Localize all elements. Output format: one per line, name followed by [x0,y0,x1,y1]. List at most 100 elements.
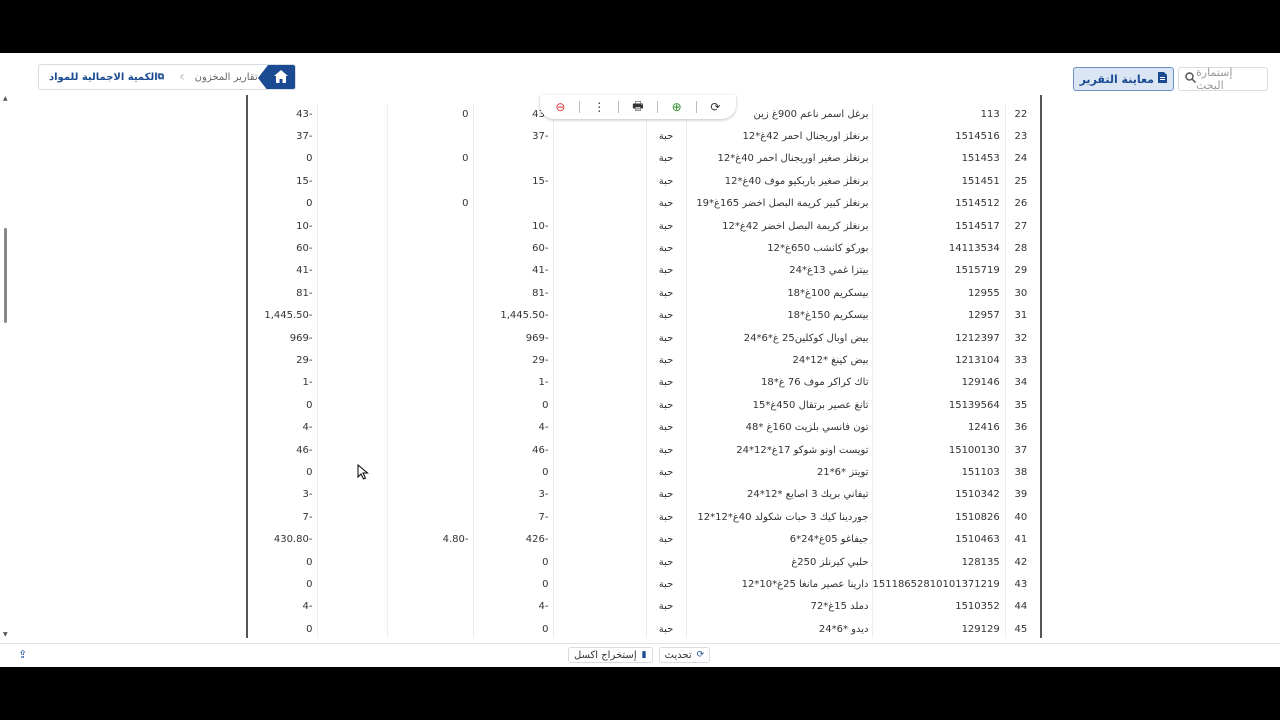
cell-unit: حبة [646,595,687,618]
cell-item-code: 15139564 [872,394,1006,417]
cell-col-b [387,506,474,529]
cell-col-b: 0 [387,192,474,215]
cell-row-number: 45 [1014,623,1028,635]
breadcrumb-current[interactable]: الكمية الاجمالية للمواد ⧉ [39,65,179,89]
breadcrumb-home[interactable] [257,65,295,89]
export-excel-button[interactable]: إستخراج اكسل ▮ [568,647,653,663]
refresh-icon[interactable]: ⟳ [705,100,725,114]
upload-icon[interactable]: ⇪ [18,648,27,661]
cell-item-name: بوركو كانشب 650غ*12 [686,237,873,260]
cell-col-c: 4- [473,595,554,618]
cell-row-number: 31 [1014,310,1028,322]
table-row: 60- 60- حبة بوركو كانشب 650غ*12 14113534 28 [260,237,1029,260]
cell-total: 10- [260,214,318,238]
cell-col-b [387,282,474,305]
cell-col-d [553,125,647,148]
breadcrumb-section[interactable]: تقارير المخزون [185,65,268,89]
cell-row-number: 41 [1014,534,1028,546]
table-row: 0 0 حبة تويتز *6*21 151103 38 [260,461,1029,484]
search-input[interactable]: إستمارة البحث [1178,66,1268,92]
table-row: 10- 10- حبة برنغلز كريمة البصل اخضر 42غ*12 1… [260,214,1029,238]
cell-total: 43- [260,103,318,126]
more-options-icon[interactable]: ⋮ [589,100,609,114]
cell-col-a [317,214,388,238]
cell-unit: حبة [646,326,687,350]
cell-total: 37- [260,125,318,148]
print-icon[interactable]: 🖶 [628,97,648,118]
toolbar-divider [656,101,658,113]
cell-row-number: 40 [1014,511,1028,523]
table-row: 969- 969- حبة بيض اوبال كوكلين25 غ*6*24 1212… [260,326,1029,350]
cell-col-b [387,259,474,283]
cell-row-number: 32 [1014,332,1028,344]
cell-col-a [317,170,388,193]
cell-total: 15- [260,170,318,193]
table-row: 430.80- 4.80- 426- حبة جيفاغو 05غ*24*6 151046… [260,528,1029,551]
zoom-in-icon[interactable]: ⊕ [667,100,687,114]
cell-col-d [553,170,647,193]
search-placeholder: إستمارة البحث [1196,66,1233,92]
cell-item-code: 1510352 [872,595,1006,618]
cell-row-number: 38 [1014,466,1028,478]
cell-col-c: 1- [473,371,554,395]
scroll-up-icon[interactable]: ▲ [3,95,8,102]
cell-col-b [387,595,474,618]
table-row: 0 0 حبة حلبي كيرنلز 250غ 128135 42 [260,550,1029,574]
cell-col-d [553,550,647,574]
table-row: 46- 46- حبة تويست اونو شوكو 17غ*12*24 151001… [260,438,1029,462]
cell-col-d [553,483,647,507]
cell-col-a [317,349,388,372]
refresh-label: تحديث [664,649,692,661]
cell-col-c: 0 [473,461,554,484]
cell-col-a [317,237,388,260]
cell-total: 3- [260,483,318,507]
cell-item-name: بيض اوبال كوكلين25 غ*6*24 [686,326,873,350]
cell-item-name: ديدو *6*24 [686,617,873,638]
cell-col-d [553,326,647,350]
scroll-down-icon[interactable]: ▼ [3,631,8,638]
table-row: 1- 1- حبة تاك كراكر موف 76 غ*18 129146 34 [260,371,1029,395]
page-scrollbar[interactable]: ▲ ▼ [3,95,9,638]
cell-total: 430.80- [260,528,318,551]
refresh-icon: ⟳ [696,650,705,660]
cell-col-a [317,282,388,305]
cell-item-name: جوردينا كيك 3 حبات شكولد 40غ*12*12 [686,506,873,529]
cell-item-code: 1514512 [872,192,1006,215]
cell-unit: حبة [646,506,687,529]
cell-total: 0 [260,192,318,215]
cell-col-b [387,125,474,148]
cell-col-a [317,595,388,618]
cell-total: 0 [260,573,318,596]
scrollbar-thumb[interactable] [4,228,7,323]
cell-row-number: 39 [1014,489,1028,501]
cell-item-code: 12416 [872,416,1006,439]
preview-report-button[interactable]: معاينة التقرير [1072,67,1174,91]
cell-item-code: 151451 [872,170,1006,193]
cell-col-a [317,394,388,417]
cell-unit: حبة [646,282,687,305]
cell-item-name: دارينا عصير مانغا 25غ*10*12 [686,573,873,596]
cell-item-code: 1212397 [872,326,1006,350]
cell-item-code: 113 [872,103,1006,126]
table-row: 37- 37- حبة برنغلز اوريجنال احمر 42غ*12 1514… [260,125,1029,148]
cell-item-code: 1510342 [872,483,1006,507]
cell-item-code: 151453 [872,147,1006,171]
cell-col-c: 10- [473,214,554,238]
cell-unit: حبة [646,438,687,462]
cell-col-c: 4- [473,416,554,439]
refresh-button[interactable]: تحديث ⟳ [658,647,711,663]
breadcrumb-current-label: الكمية الاجمالية للمواد [49,71,158,83]
zoom-out-icon[interactable]: ⊖ [550,100,570,114]
cell-item-name: تويست اونو شوكو 17غ*12*24 [686,438,873,462]
cell-row-number: 23 [1014,131,1028,143]
cell-unit: حبة [646,371,687,395]
table-row: 15- 15- حبة برنغلز صغير باربكيو موف 40غ*12 1… [260,170,1029,193]
cell-col-a [317,438,388,462]
search-icon [1185,72,1197,86]
cell-item-code: 129129 [872,617,1006,638]
cell-item-code: 1510826 [872,506,1006,529]
cell-unit: حبة [646,416,687,439]
document-icon [1158,72,1167,86]
cell-col-b [387,237,474,260]
cell-col-d [553,528,647,551]
